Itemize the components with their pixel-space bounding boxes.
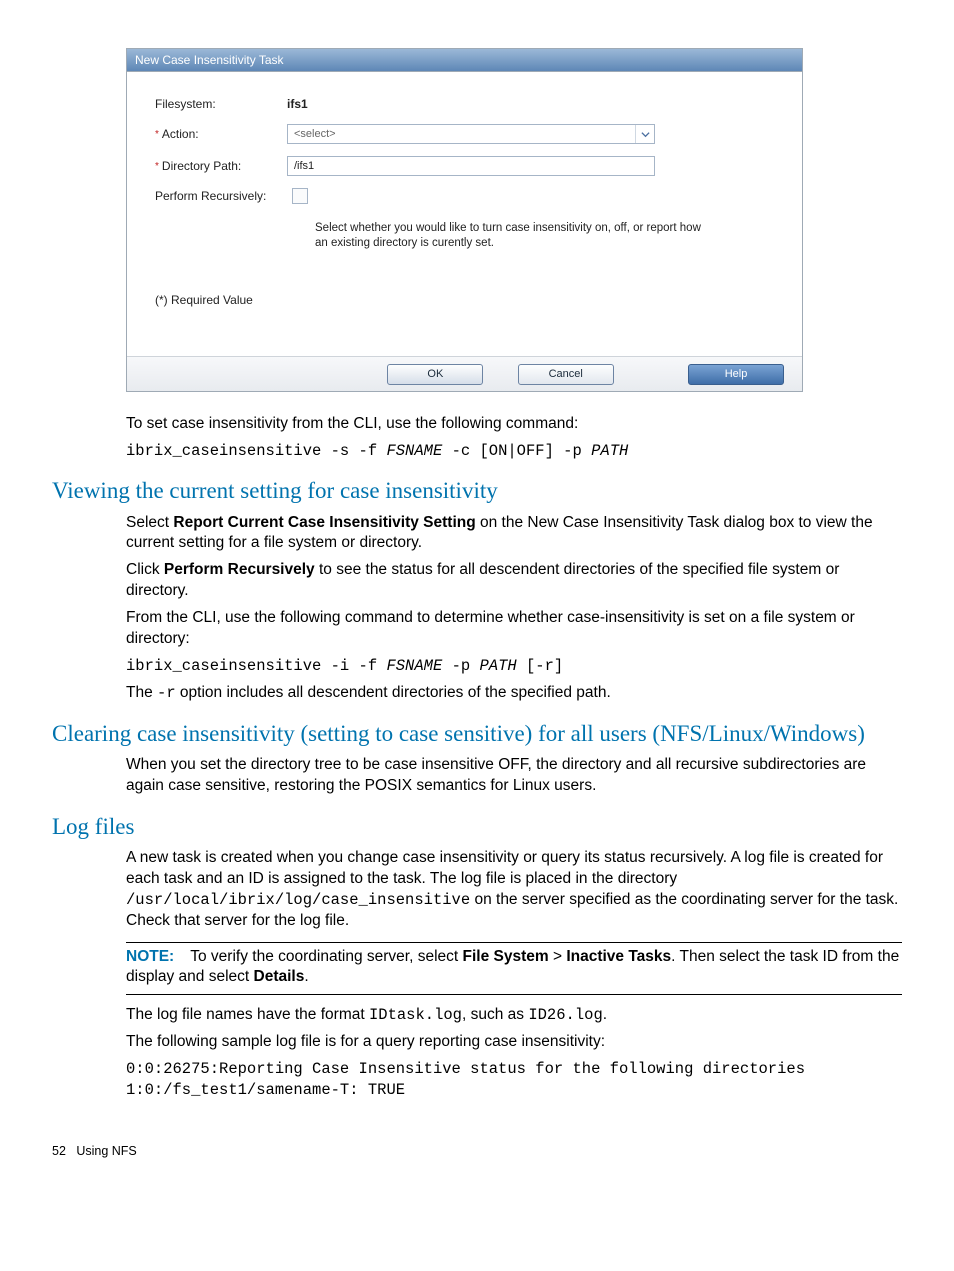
view-paragraph-3: From the CLI, use the following command … [126, 608, 902, 650]
helper-text: Select whether you would like to turn ca… [315, 221, 705, 252]
log-sample-line-1: 0:0:26275:Reporting Case Insensitive sta… [126, 1059, 902, 1080]
perform-recursively-checkbox[interactable] [292, 188, 308, 204]
page-footer: 52 Using NFS [52, 1143, 902, 1160]
ok-button[interactable]: OK [387, 364, 483, 385]
required-asterisk: * [155, 129, 159, 140]
view-paragraph-2: Click Perform Recursively to see the sta… [126, 560, 902, 602]
perform-recursively-label: Perform Recursively: [155, 188, 287, 204]
page-number: 52 [52, 1144, 66, 1158]
heading-viewing: Viewing the current setting for case ins… [52, 475, 902, 506]
dialog-title: New Case Insensitivity Task [127, 49, 802, 72]
filesystem-label: Filesystem: [155, 96, 287, 112]
cli-command: ibrix_caseinsensitive -s -f FSNAME -c [O… [126, 441, 902, 462]
directory-path-input[interactable] [287, 156, 655, 176]
cli-intro-text: To set case insensitivity from the CLI, … [126, 414, 902, 435]
action-placeholder: <select> [294, 127, 336, 142]
heading-logfiles: Log files [52, 811, 902, 842]
new-case-insensitivity-dialog: New Case Insensitivity Task Filesystem: … [126, 48, 803, 392]
note-block: NOTE: To verify the coordinating server,… [126, 942, 902, 996]
view-paragraph-1: Select Report Current Case Insensitivity… [126, 513, 902, 555]
required-value-note: (*) Required Value [155, 292, 782, 308]
directory-path-label: Directory Path: [162, 159, 241, 173]
action-label: Action: [162, 127, 199, 141]
chevron-down-icon [635, 125, 654, 143]
required-asterisk: * [155, 161, 159, 172]
filesystem-value: ifs1 [287, 96, 782, 112]
note-label: NOTE: [126, 948, 174, 965]
log-sample-line-2: 1:0:/fs_test1/samename-T: TRUE [126, 1080, 902, 1101]
chapter-title: Using NFS [76, 1144, 136, 1158]
log-paragraph-1: A new task is created when you change ca… [126, 848, 902, 932]
help-button[interactable]: Help [688, 364, 784, 385]
view-paragraph-4: The -r option includes all descendent di… [126, 683, 902, 704]
clear-paragraph-1: When you set the directory tree to be ca… [126, 755, 902, 797]
dialog-footer: OK Cancel Help [127, 356, 802, 391]
view-cli-command: ibrix_caseinsensitive -i -f FSNAME -p PA… [126, 656, 902, 677]
log-paragraph-2: The log file names have the format IDtas… [126, 1005, 902, 1026]
cancel-button[interactable]: Cancel [518, 364, 614, 385]
heading-clearing: Clearing case insensitivity (setting to … [52, 718, 902, 749]
log-paragraph-3: The following sample log file is for a q… [126, 1032, 902, 1053]
action-select[interactable]: <select> [287, 124, 655, 144]
